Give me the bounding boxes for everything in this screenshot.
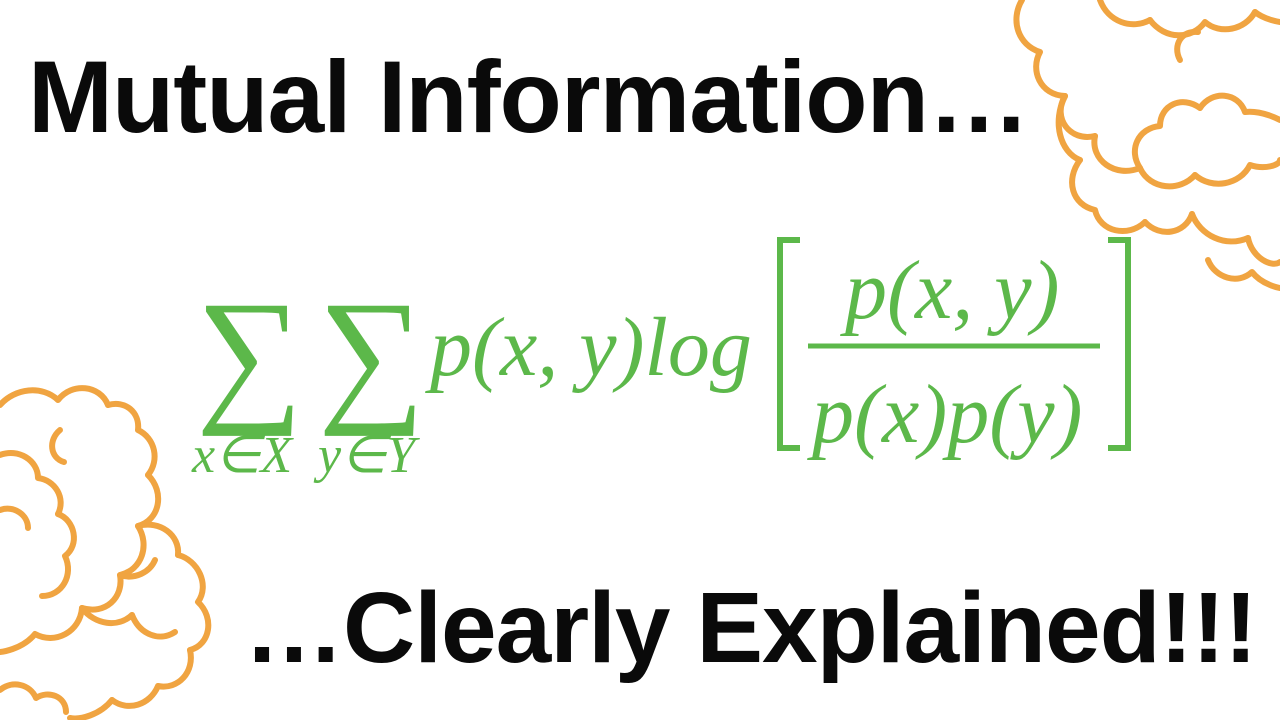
sum-symbol-y: ∑ — [318, 271, 425, 437]
video-subtitle: …Clearly Explained!!! — [244, 572, 1258, 684]
fraction-denominator: p(x)p(y) — [807, 368, 1082, 461]
sum-symbol-x: ∑ — [196, 271, 303, 437]
sum-index-x: x∈X — [191, 427, 294, 484]
joint-probability-log-term: p(x, y)log — [425, 301, 752, 394]
left-bracket — [777, 237, 800, 451]
sum-index-y: y∈Y — [313, 427, 420, 484]
fraction-numerator: p(x, y) — [840, 244, 1060, 337]
right-bracket — [1108, 237, 1131, 451]
